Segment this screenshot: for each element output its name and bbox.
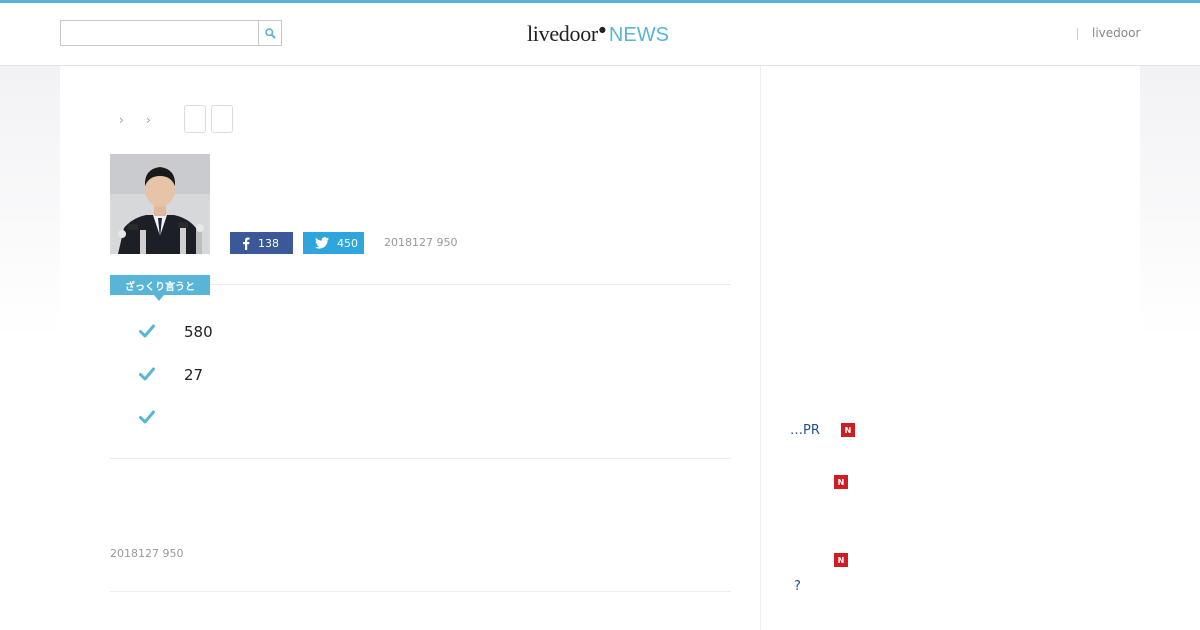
divider xyxy=(110,591,731,592)
new-badge: N xyxy=(834,553,848,567)
share-mini-button[interactable] xyxy=(184,105,206,133)
twitter-icon xyxy=(315,237,329,249)
logo-news: NEWS xyxy=(608,24,669,46)
main-content xyxy=(60,66,1140,630)
twitter-count: 450 xyxy=(337,236,358,250)
facebook-icon xyxy=(243,237,250,250)
logo-livedoor: livedoor xyxy=(527,21,598,46)
breadcrumb-chevron-icon: › xyxy=(119,113,124,127)
divider xyxy=(110,458,731,459)
breadcrumb-chevron-icon: › xyxy=(146,113,151,127)
sidebar-divider xyxy=(760,66,761,630)
sidebar-news-link[interactable]: …PR xyxy=(790,423,820,438)
check-icon xyxy=(139,367,155,381)
site-header: livedoor ● NEWS livedoor xyxy=(0,3,1200,66)
article-thumbnail[interactable] xyxy=(110,154,210,254)
check-icon xyxy=(139,410,155,424)
twitter-share-button[interactable]: 450 xyxy=(303,232,364,254)
livedoor-top-link[interactable]: livedoor xyxy=(1092,26,1140,40)
new-badge: N xyxy=(834,475,848,489)
article-footer-date: 2018127 950 xyxy=(110,547,184,560)
logo-dot: ● xyxy=(598,25,606,34)
site-logo[interactable]: livedoor ● NEWS xyxy=(527,21,669,47)
article-date: 2018127 950 xyxy=(384,236,458,249)
person-photo xyxy=(110,154,210,254)
new-badge: N xyxy=(841,423,855,437)
facebook-share-button[interactable]: 138 xyxy=(230,232,293,254)
share-mini-button[interactable] xyxy=(211,105,233,133)
header-separator xyxy=(1077,28,1078,40)
search-input[interactable] xyxy=(60,20,258,46)
summary-point: 580 xyxy=(184,323,213,341)
search-form xyxy=(60,20,282,46)
facebook-count: 138 xyxy=(258,236,279,250)
sidebar-news-link[interactable]: ? xyxy=(794,579,801,594)
search-button[interactable] xyxy=(258,20,282,46)
summary-point: 27 xyxy=(184,366,204,384)
summary-label-pointer xyxy=(154,295,164,301)
check-icon xyxy=(139,324,155,338)
search-icon xyxy=(264,27,276,39)
summary-label: ざっくり言うと xyxy=(110,275,210,295)
